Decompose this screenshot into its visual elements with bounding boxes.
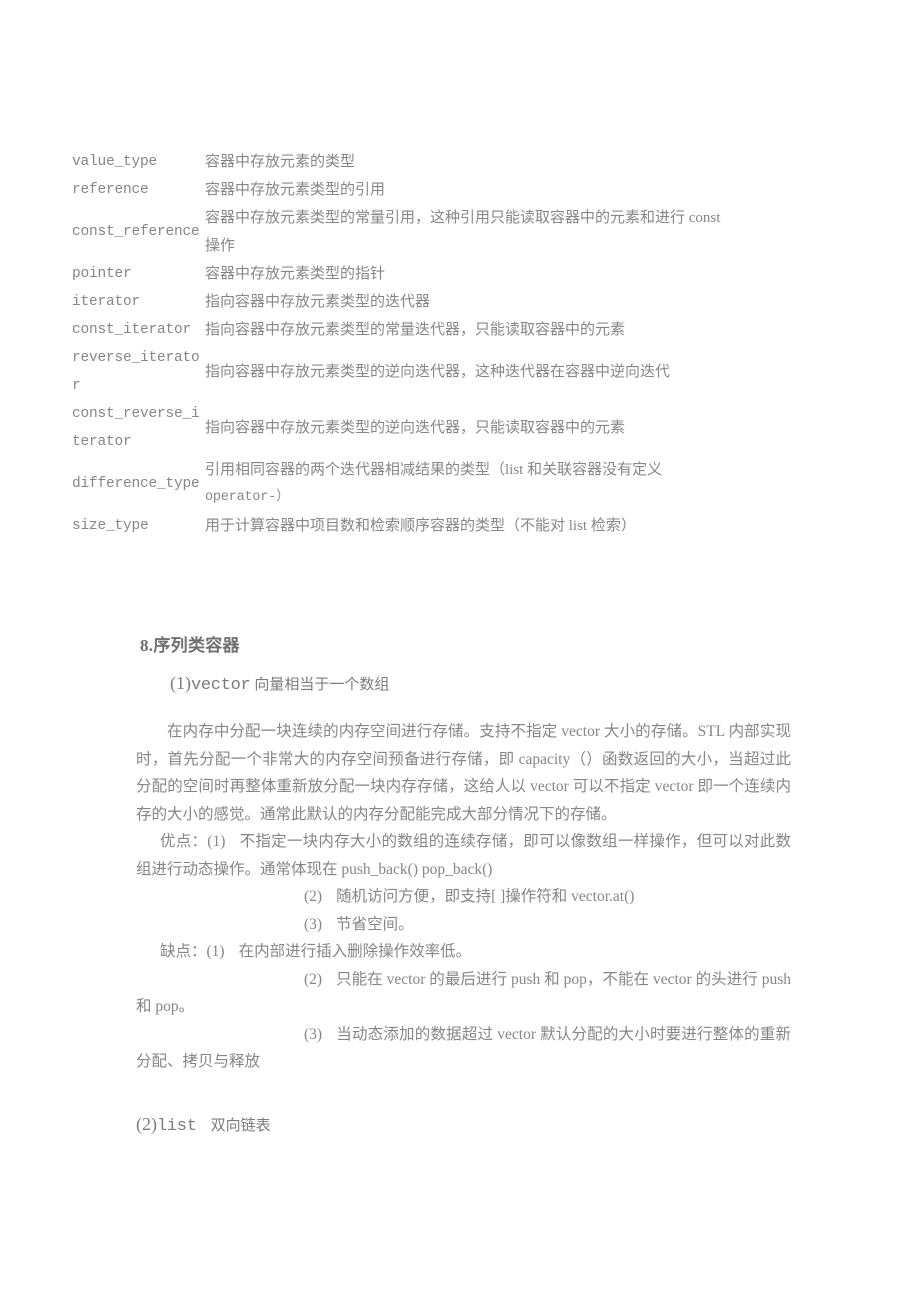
subsection-subtitle: 向量相当于一个数组 [254, 677, 390, 693]
cons-number: (2) [304, 970, 323, 988]
typedef-desc-main: 指向容器中存放元素类型的迭代器 [205, 294, 431, 310]
typedef-name: size_type [72, 518, 149, 534]
cons-label: 缺点： [160, 943, 207, 960]
typedef-name: iterator [72, 294, 141, 310]
table-row: reference 容器中存放元素类型的引用 [72, 176, 862, 204]
subsection-subtitle: 双向链表 [210, 1118, 271, 1134]
typedef-desc: 容器中存放元素类型的指针 [205, 260, 862, 288]
pros-number: (2) [304, 888, 323, 905]
typedef-desc: 容器中存放元素类型的常量引用，这种引用只能读取容器中的元素和进行 const 操… [205, 204, 862, 260]
table-row: const_reverse_iterator 指向容器中存放元素类型的逆向迭代器… [72, 400, 862, 456]
subsection-number: (2) [136, 1114, 157, 1134]
pros-number: (1) [207, 833, 226, 850]
typedef-desc-main: 容器中存放元素类型的引用 [205, 182, 386, 198]
typedef-desc-main: 容器中存放元素类型的指针 [205, 266, 386, 282]
vector-pros-item-3: (3) 节省空间。 [136, 911, 791, 939]
vector-body: 在内存中分配一块连续的内存空间进行存储。支持不指定 vector 大小的存储。S… [136, 718, 791, 1076]
typedef-name: reverse_iterator [72, 350, 200, 394]
vector-cons-item-3: (3) 当动态添加的数据超过 vector 默认分配的大小时要进行整体的重新分配、… [136, 1021, 791, 1076]
typedef-desc: 容器中存放元素类型的引用 [205, 176, 862, 204]
typedef-desc: 容器中存放元素的类型 [205, 148, 862, 176]
vector-pros-item-1: 优点：(1) 不指定一块内存大小的数组的连续存储，即可以像数组一样操作，但可以对此… [136, 828, 791, 883]
table-row: size_type 用于计算容器中项目数和检索顺序容器的类型（不能对 list … [72, 512, 862, 540]
typedef-name: value_type [72, 154, 158, 170]
cons-number: (1) [206, 943, 225, 960]
pros-number: (3) [304, 915, 323, 933]
table-row: value_type 容器中存放元素的类型 [72, 148, 862, 176]
typedef-name: difference_type [72, 476, 200, 492]
typedef-desc-main: 容器中存放元素类型的常量引用，这种引用只能读取容器中的元素和进行 const [205, 210, 721, 226]
pros-text: 不指定一块内存大小的数组的连续存储，即可以像数组一样操作，但可以对此数组进行动态… [136, 833, 791, 878]
typedef-name: const_iterator [72, 322, 192, 338]
section-heading: 8.序列类容器 [140, 636, 240, 655]
vector-cons-item-2: (2) 只能在 vector 的最后进行 push 和 pop，不能在 vecto… [136, 966, 791, 1021]
table-row: difference_type 引用相同容器的两个迭代器相减结果的类型（list… [72, 456, 862, 512]
typedef-desc-main: 指向容器中存放元素类型的逆向迭代器，这种迭代器在容器中逆向迭代 [205, 364, 671, 380]
typedef-name: reference [72, 182, 149, 198]
table-row: const_reference 容器中存放元素类型的常量引用，这种引用只能读取容… [72, 204, 862, 260]
subsection-name: list [157, 1117, 197, 1136]
typedef-desc-main: 容器中存放元素的类型 [205, 154, 356, 170]
typedef-desc-main: 指向容器中存放元素类型的逆向迭代器，只能读取容器中的元素 [205, 420, 626, 436]
typedef-desc: 引用相同容器的两个迭代器相减结果的类型（list 和关联容器没有定义 opera… [205, 456, 862, 512]
table-row: iterator 指向容器中存放元素类型的迭代器 [72, 288, 862, 316]
typedef-name: const_reference [72, 224, 200, 240]
typedef-desc: 指向容器中存放元素类型的逆向迭代器，这种迭代器在容器中逆向迭代 [205, 344, 862, 400]
cons-text: 在内部进行插入删除操作效率低。 [238, 943, 472, 960]
typedef-desc-cont: 操作 [205, 238, 236, 254]
typedef-desc: 指向容器中存放元素类型的迭代器 [205, 288, 862, 316]
typedef-desc-cont: operator-） [205, 490, 290, 505]
cons-number: (3) [304, 1025, 323, 1043]
table-row: reverse_iterator 指向容器中存放元素类型的逆向迭代器，这种迭代器… [72, 344, 862, 400]
vector-paragraph: 在内存中分配一块连续的内存空间进行存储。支持不指定 vector 大小的存储。S… [136, 723, 791, 823]
subsection-heading-list: (2)list 双向链表 [136, 1114, 271, 1136]
typedef-table-body: value_type 容器中存放元素的类型 reference 容器中存放元素类… [72, 148, 862, 540]
typedef-name: const_reverse_iterator [72, 406, 200, 450]
typedef-desc-main: 用于计算容器中项目数和检索顺序容器的类型（不能对 list 检索） [205, 518, 636, 534]
vector-pros-item-2: (2) 随机访问方便，即支持[ ]操作符和 vector.at() [136, 883, 791, 911]
typedef-desc: 指向容器中存放元素类型的逆向迭代器，只能读取容器中的元素 [205, 400, 862, 456]
table-row: const_iterator 指向容器中存放元素类型的常量迭代器，只能读取容器中… [72, 316, 862, 344]
typedef-name: pointer [72, 266, 132, 282]
typedef-table: value_type 容器中存放元素的类型 reference 容器中存放元素类… [72, 148, 862, 540]
document-page: value_type 容器中存放元素的类型 reference 容器中存放元素类… [0, 0, 920, 1302]
subsection-number: (1) [170, 673, 191, 693]
typedef-desc: 用于计算容器中项目数和检索顺序容器的类型（不能对 list 检索） [205, 512, 862, 540]
subsection-heading-vector: (1)vector 向量相当于一个数组 [170, 673, 389, 695]
pros-text: 随机访问方便，即支持[ ]操作符和 vector.at() [336, 888, 635, 905]
typedef-desc-main: 引用相同容器的两个迭代器相减结果的类型（list 和关联容器没有定义 [205, 462, 663, 478]
vector-cons-item-1: 缺点：(1) 在内部进行插入删除操作效率低。 [136, 938, 791, 966]
typedef-desc: 指向容器中存放元素类型的常量迭代器，只能读取容器中的元素 [205, 316, 862, 344]
table-row: pointer 容器中存放元素类型的指针 [72, 260, 862, 288]
pros-text: 节省空间。 [336, 915, 414, 933]
subsection-name: vector [191, 676, 251, 695]
typedef-desc-main: 指向容器中存放元素类型的常量迭代器，只能读取容器中的元素 [205, 322, 626, 338]
pros-label: 优点： [160, 833, 208, 850]
